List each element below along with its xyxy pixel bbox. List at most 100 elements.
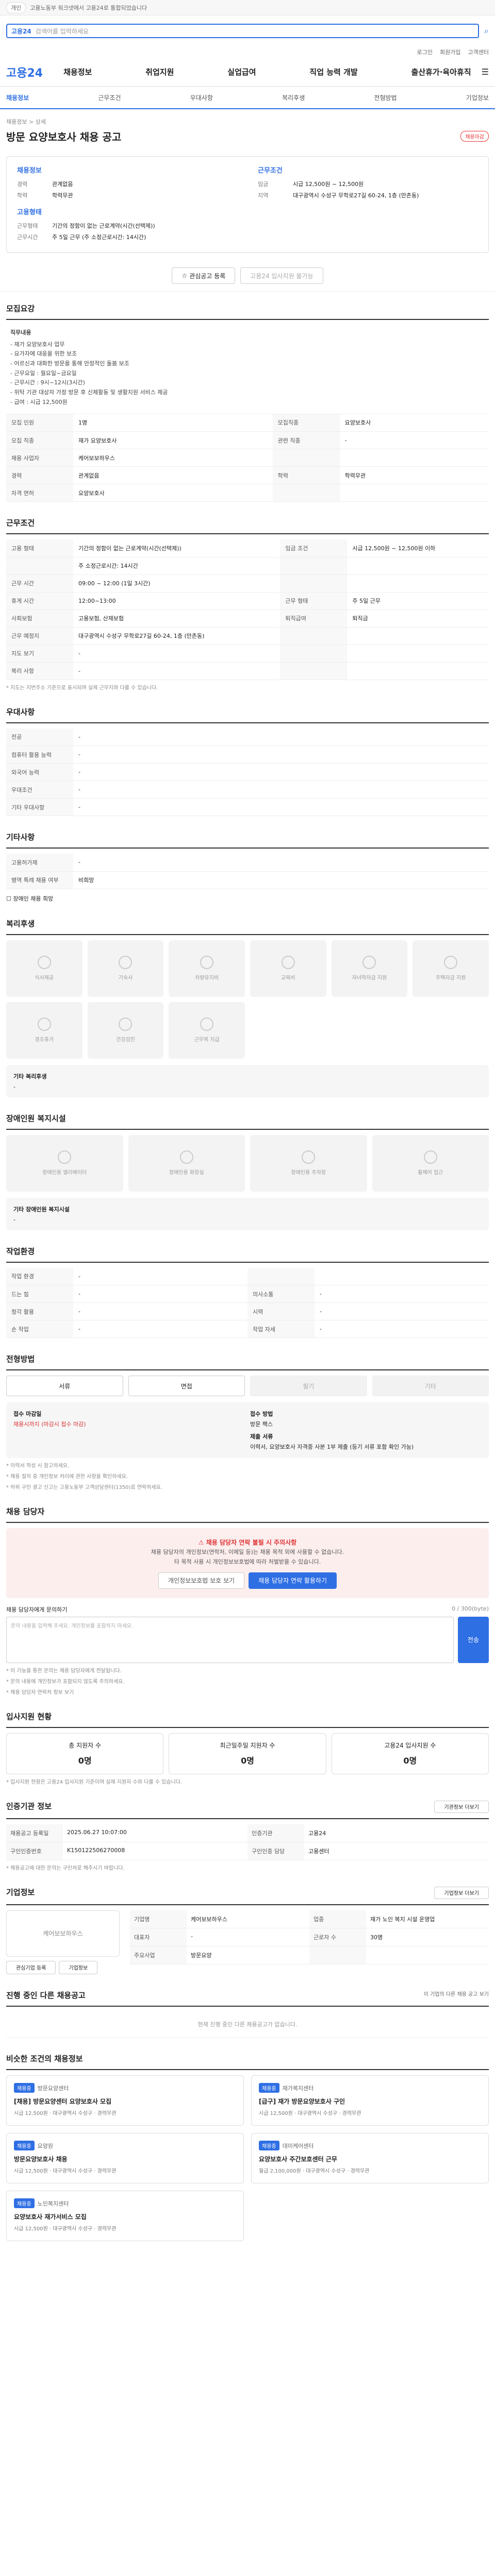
tab-method[interactable]: 전형방법 xyxy=(374,93,397,102)
tile-label: 교육비 xyxy=(281,975,295,981)
stat-online: 고용24 입사지원 수 0명 xyxy=(331,1733,489,1774)
contact-submit-button[interactable]: 전송 xyxy=(457,1616,489,1663)
company-info-button[interactable]: 기업정보 xyxy=(59,1960,98,1974)
summary-key: 근무시간 xyxy=(17,234,38,241)
card-meta: 대구광역시 수성구 xyxy=(298,2110,338,2116)
search-icon[interactable]: ⌕ xyxy=(484,26,489,36)
tab-preference[interactable]: 우대사항 xyxy=(190,93,213,102)
top-notice-bar: 개인 고용노동부 워크넷에서 고용24로 통합되었습니다 xyxy=(0,0,495,15)
tab-welfare[interactable]: 복리후생 xyxy=(282,93,305,102)
section-title-text: 진행 중인 다른 채용공고 xyxy=(6,1990,86,2000)
job-card[interactable]: 채용중 방문요양센터 [채용] 방문요양센터 요양보호사 모집 시급 12,500… xyxy=(6,2075,244,2126)
user-type-pill[interactable]: 개인 xyxy=(6,2,26,13)
welfare-tile: 근무복 지급 xyxy=(169,1002,245,1059)
top-notice-text: 고용노동부 워크넷에서 고용24로 통합되었습니다 xyxy=(30,4,147,11)
table-key: 주요사업 xyxy=(130,1946,187,1964)
table-key: 근무 형태 xyxy=(280,592,348,610)
table-key: 의사소통 xyxy=(248,1285,315,1303)
welfare-tile: 경조휴가 xyxy=(6,1002,82,1059)
job-card[interactable]: 채용중 노인복지센터 요양보호사 재가서비스 모집 시급 12,500원 · 대구… xyxy=(6,2190,244,2241)
search-input[interactable]: 고용24 검색어를 입력하세요 xyxy=(6,24,480,38)
nav-item-leave[interactable]: 출산휴가·육아휴직 xyxy=(411,66,471,77)
method-interview[interactable]: 면접 xyxy=(128,1376,245,1396)
table-row: 우대조건 - xyxy=(6,781,489,799)
welfare-tile: 자녀학자금 지원 xyxy=(331,940,408,997)
section-other-postings: 진행 중인 다른 채용공고 이 기업의 다른 채용 공고 보기 현재 진행 중인 … xyxy=(0,1978,495,2042)
table-key xyxy=(280,574,348,592)
house-icon xyxy=(444,956,458,969)
other-more-link[interactable]: 이 기업의 다른 채용 공고 보기 xyxy=(424,1990,489,2001)
table-key: 외국어 능력 xyxy=(6,763,73,781)
tile-label: 근무복 지급 xyxy=(194,1037,220,1043)
education-icon xyxy=(281,956,295,969)
signup-link[interactable]: 회원가입 xyxy=(440,48,460,56)
table-row: 손 작업 - 작업 자세 - xyxy=(6,1320,489,1338)
tab-conditions[interactable]: 근무조건 xyxy=(98,93,121,102)
summary-key: 임금 xyxy=(258,181,269,188)
method-key: 제출 서류 xyxy=(250,1433,273,1440)
follow-company-button[interactable]: 관심기업 등록 xyxy=(6,1960,56,1974)
tab-job-info[interactable]: 채용정보 xyxy=(6,93,29,102)
stat-value: 0명 xyxy=(403,1756,417,1766)
card-meta: 대구광역시 수성구 xyxy=(53,2168,93,2174)
table-row: 사회보험 고용보험, 산재보험 퇴직급여 퇴직금 xyxy=(6,609,489,628)
nav-item-training[interactable]: 직업 능력 개발 xyxy=(309,66,357,77)
site-logo[interactable]: 고용24 xyxy=(6,64,43,80)
table-row: 모집 인원 1명 모집직종 요양보호사 xyxy=(6,414,489,432)
method-written[interactable]: 필기 xyxy=(250,1376,367,1396)
summary-value: 기간의 정함이 없는 근로계약(시간(선택제)) xyxy=(52,223,155,229)
privacy-law-button[interactable]: 개인정보보호법 보호 보기 xyxy=(158,1572,245,1589)
card-tag: 채용중 xyxy=(259,2140,279,2150)
section-title: 근무조건 xyxy=(6,517,489,534)
job-card[interactable]: 채용중 요양원 방문요양보호사 채용 시급 12,500원 · 대구광역시 수성구… xyxy=(6,2132,244,2183)
summary-value: 대구광역시 수성구 무학로27길 60-24, 1층 (만촌동) xyxy=(293,192,419,199)
disabled-hire-check[interactable]: ☐ 장애인 채용 희망 xyxy=(6,894,489,903)
job-card[interactable]: 채용중 재가복지센터 [급구] 재가 방문요양보호사 구인 시급 12,500원 … xyxy=(251,2075,489,2126)
table-key xyxy=(272,484,340,502)
method-other[interactable]: 기타 xyxy=(372,1376,489,1396)
contact-use-button[interactable]: 채용 담당자 연락 활용하기 xyxy=(249,1572,337,1589)
nav-item-benefit[interactable]: 실업급여 xyxy=(227,66,256,77)
contact-textarea[interactable]: 문의 내용을 입력해 주세요. 개인정보를 포함하지 마세요. xyxy=(6,1616,454,1663)
table-row: 휴게 시간 12:00~13:00 근무 형태 주 5일 근무 xyxy=(6,592,489,610)
nav-item-support[interactable]: 취업지원 xyxy=(145,66,174,77)
management-table: 채용공고 등록일 2025.06.27 10:07:00 인증기관 고용24 구인인증… xyxy=(6,1824,489,1860)
tile-label: 주택자금 지원 xyxy=(435,975,466,981)
mgmt-more-button[interactable]: 기관정보 더보기 xyxy=(434,1800,489,1813)
table-value: 관계없음 xyxy=(73,466,273,484)
similar-cards: 채용중 방문요양센터 [채용] 방문요양센터 요양보호사 모집 시급 12,500… xyxy=(6,2075,489,2241)
help-link[interactable]: 고객센터 xyxy=(468,48,489,56)
scrap-button[interactable]: ☆ 관심공고 등록 xyxy=(172,267,236,284)
tab-company[interactable]: 기업정보 xyxy=(466,93,489,102)
section-method: 전형방법 서류 면접 필기 기타 접수 마감일 채용시까지 (마감시 접수 마감)… xyxy=(0,1342,495,1495)
nav-item-jobs[interactable]: 채용정보 xyxy=(63,66,92,77)
section-title: 채용 담당자 xyxy=(6,1506,489,1523)
login-link[interactable]: 로그인 xyxy=(417,48,433,56)
table-key: 병역 특례 채용 여부 xyxy=(6,871,73,889)
table-value: 주 소정근로시간: 14시간 xyxy=(73,557,280,575)
apply-disabled-button[interactable]: 고용24 입사지원 불가능 xyxy=(240,267,323,284)
table-value: - xyxy=(73,781,489,799)
table-row: 외국어 능력 - xyxy=(6,763,489,781)
table-value: 요양보호사 xyxy=(73,484,273,502)
table-key: 휴게 시간 xyxy=(6,592,73,610)
table-value: - xyxy=(73,1267,248,1285)
section-contact: 채용 담당자 ⚠ 채용 담당자 연락 불필 시 주의사항 채용 담당자의 개인정… xyxy=(0,1495,495,1700)
table-key: 업종 xyxy=(309,1910,366,1928)
table-value: 퇴직금 xyxy=(347,609,489,628)
search-bar: 고용24 검색어를 입력하세요 ⌕ xyxy=(0,15,495,46)
job-card[interactable]: 채용중 데이케어센터 요양보호사 주간보호센터 근무 월급 2,100,000원 … xyxy=(251,2132,489,2183)
table-key: 기타 우대사항 xyxy=(6,798,73,816)
table-value: 2025.06.27 10:07:00 xyxy=(63,1824,248,1842)
welfare-tile: 건강검진 xyxy=(87,1002,164,1059)
method-document[interactable]: 서류 xyxy=(6,1376,123,1396)
table-key: 기업명 xyxy=(130,1910,187,1928)
table-key xyxy=(280,662,348,680)
card-company: 재가복지센터 xyxy=(282,2084,314,2092)
table-row: 지도 보기 - xyxy=(6,645,489,663)
section-similar: 비슷한 조건의 채용정보 채용중 방문요양센터 [채용] 방문요양센터 요양보호사… xyxy=(0,2042,495,2245)
stat-value: 0명 xyxy=(241,1756,254,1766)
company-more-button[interactable]: 기업정보 더보기 xyxy=(434,1886,489,1899)
card-meta: 경력무관 xyxy=(97,2110,117,2116)
menu-icon[interactable]: ☰ xyxy=(482,67,489,77)
